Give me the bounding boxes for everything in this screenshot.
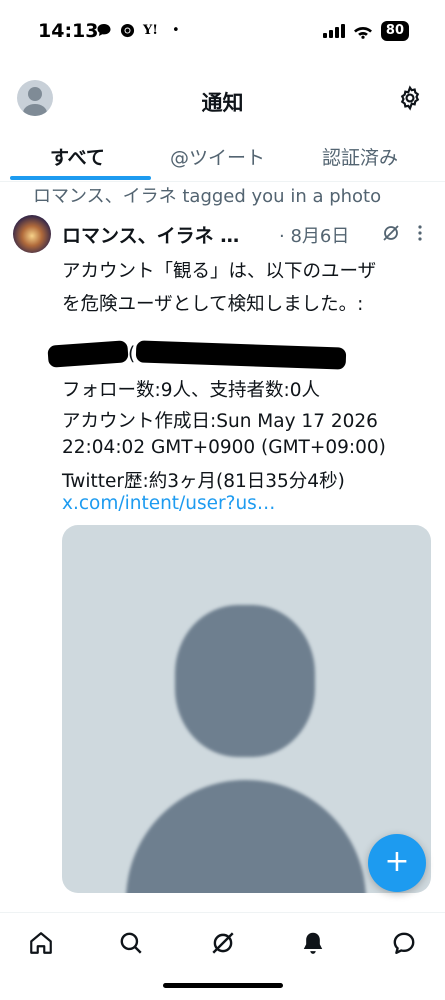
gear-icon bbox=[400, 85, 420, 111]
tweet-date[interactable]: · 8月6日 bbox=[279, 222, 349, 248]
tweet-text-line: アカウント「観る」は、以下のユーザ bbox=[62, 261, 377, 282]
tweet-link[interactable]: x.com/intent/user?us… bbox=[62, 493, 275, 514]
more-vertical-icon bbox=[418, 225, 422, 241]
home-icon bbox=[30, 932, 52, 954]
nav-search[interactable] bbox=[118, 930, 144, 960]
notification-context[interactable]: ロマンス、イラネ tagged you in a photo bbox=[33, 182, 381, 208]
notifications-icon bbox=[303, 932, 323, 954]
tweet-text-line: を危険ユーザとして検知しました。: bbox=[62, 294, 364, 315]
tab-verified[interactable]: 認証済み bbox=[322, 143, 398, 170]
chrome-icon bbox=[120, 23, 135, 37]
status-time: 14:13 bbox=[38, 20, 99, 42]
compose-button[interactable]: + bbox=[368, 834, 426, 892]
nav-grok[interactable] bbox=[210, 930, 236, 960]
messages-icon bbox=[393, 932, 415, 954]
tweet-media-image[interactable] bbox=[62, 525, 431, 893]
tab-all[interactable]: すべて bbox=[50, 143, 105, 170]
tweet-text-line: Twitter歴:約3ヶ月(81日35分4秒) bbox=[62, 471, 345, 492]
redacted-paren: ( bbox=[128, 344, 136, 365]
grok-icon bbox=[212, 932, 234, 954]
nav-messages[interactable] bbox=[391, 930, 417, 960]
active-tab-indicator bbox=[10, 176, 151, 180]
battery-indicator: 80 bbox=[380, 21, 409, 41]
default-profile-head bbox=[175, 605, 315, 757]
tweet-text-line: フォロー数:9人、支持者数:0人 bbox=[62, 380, 321, 401]
speech-bubble-icon bbox=[97, 24, 111, 36]
nav-notifications[interactable] bbox=[300, 930, 326, 960]
grok-icon bbox=[383, 225, 399, 241]
dot-icon: • bbox=[172, 22, 180, 38]
status-bar: 14:13 Y! • 80 bbox=[0, 0, 445, 62]
status-app-icons: Y! • bbox=[96, 22, 180, 38]
tweet-author-name[interactable]: ロマンス、イラネ … bbox=[62, 221, 239, 248]
yahoo-icon: Y! bbox=[143, 22, 158, 38]
page-title: 通知 bbox=[201, 91, 244, 115]
tab-mentions[interactable]: @ツイート bbox=[170, 143, 265, 170]
tweet-author-avatar[interactable] bbox=[13, 215, 51, 253]
tweet-text-line: 22:04:02 GMT+0900 (GMT+09:00) bbox=[62, 437, 386, 458]
redacted-handle bbox=[135, 340, 347, 370]
wifi-icon bbox=[353, 26, 372, 39]
signal-icon bbox=[322, 24, 345, 38]
plus-icon: + bbox=[384, 844, 410, 879]
default-profile-body bbox=[126, 780, 366, 893]
nav-home[interactable] bbox=[28, 930, 54, 960]
search-icon bbox=[120, 932, 142, 954]
redacted-name bbox=[47, 340, 129, 368]
home-indicator bbox=[163, 983, 283, 988]
tweet-text-line: アカウント作成日:Sun May 17 2026 bbox=[62, 411, 378, 432]
tweet-more-button[interactable] bbox=[417, 224, 423, 246]
settings-button[interactable] bbox=[397, 85, 423, 115]
grok-button[interactable] bbox=[382, 224, 400, 246]
